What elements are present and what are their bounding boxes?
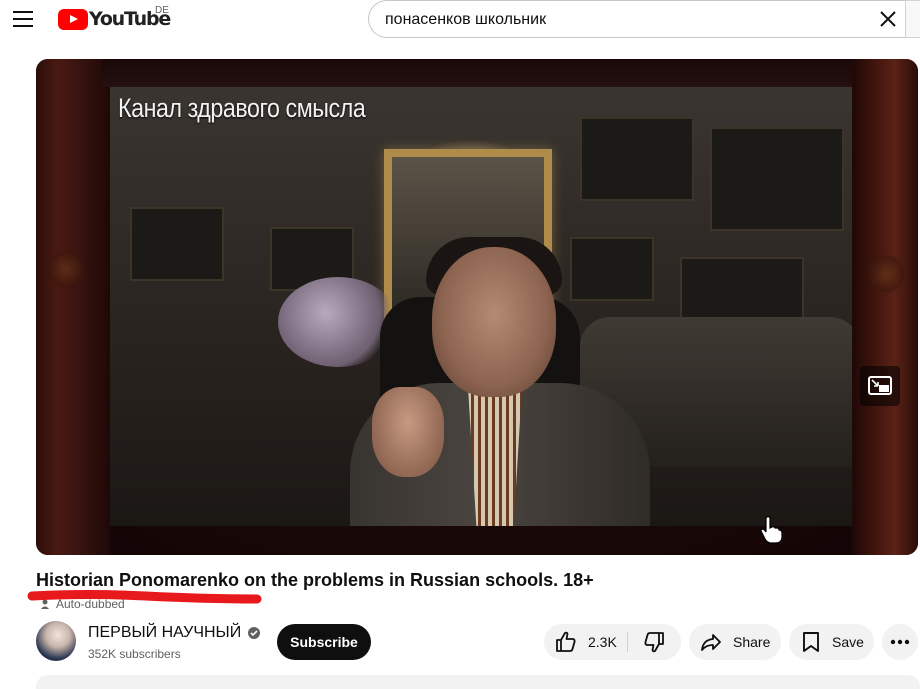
verified-badge-icon xyxy=(248,627,261,639)
country-code: DE xyxy=(155,5,169,16)
masthead: YouTube DE xyxy=(0,0,920,42)
save-button[interactable]: Save xyxy=(789,624,874,660)
share-label: Share xyxy=(733,634,771,650)
subscribe-button[interactable]: Subscribe xyxy=(277,624,371,660)
wall-painting xyxy=(710,127,844,231)
share-button[interactable]: Share xyxy=(689,624,781,660)
youtube-logo[interactable]: YouTube xyxy=(58,8,171,30)
wall-painting xyxy=(570,237,654,301)
bookmark-icon xyxy=(803,632,819,652)
curtain-left xyxy=(36,59,110,555)
video-player[interactable]: Канал здравого смысла xyxy=(36,59,918,555)
wall-painting xyxy=(130,207,224,281)
menu-icon[interactable] xyxy=(12,8,34,30)
save-label: Save xyxy=(832,634,864,650)
miniplayer-icon[interactable] xyxy=(860,366,900,406)
dislike-button[interactable] xyxy=(628,630,680,654)
clear-search-icon[interactable] xyxy=(877,8,899,30)
more-horizontal-icon xyxy=(890,639,910,645)
video-frame: Канал здравого смысла xyxy=(110,87,852,526)
hand-cursor-icon xyxy=(758,515,784,545)
curtain-right xyxy=(852,59,918,555)
channel-name[interactable]: ПЕРВЫЙ НАУЧНЫЙ xyxy=(88,624,261,642)
like-dislike-group: 2.3K xyxy=(544,624,681,660)
thumbs-up-icon xyxy=(556,631,576,652)
like-count: 2.3K xyxy=(588,634,617,650)
ornament xyxy=(46,249,86,289)
wall-painting xyxy=(580,117,694,201)
video-frame-top xyxy=(102,59,852,87)
search-button[interactable] xyxy=(905,0,920,38)
description-box-edge[interactable] xyxy=(36,675,920,689)
share-icon xyxy=(701,634,721,651)
more-actions-button[interactable] xyxy=(882,624,918,660)
person-head xyxy=(432,247,556,397)
ornament xyxy=(866,254,906,294)
youtube-logo-icon xyxy=(58,8,88,30)
video-title: Historian Ponomarenko on the problems in… xyxy=(36,570,594,590)
person-hand xyxy=(372,387,444,477)
like-button[interactable]: 2.3K xyxy=(544,631,628,652)
video-caption: Канал здравого смысла xyxy=(118,93,366,123)
search-box xyxy=(368,0,906,38)
channel-avatar[interactable] xyxy=(36,621,76,661)
thumbs-down-icon xyxy=(644,632,664,653)
channel-name-text: ПЕРВЫЙ НАУЧНЫЙ xyxy=(88,624,242,641)
subscriber-count: 352K subscribers xyxy=(88,647,181,661)
red-underline-annotation xyxy=(27,590,262,604)
search-input[interactable] xyxy=(385,10,855,30)
